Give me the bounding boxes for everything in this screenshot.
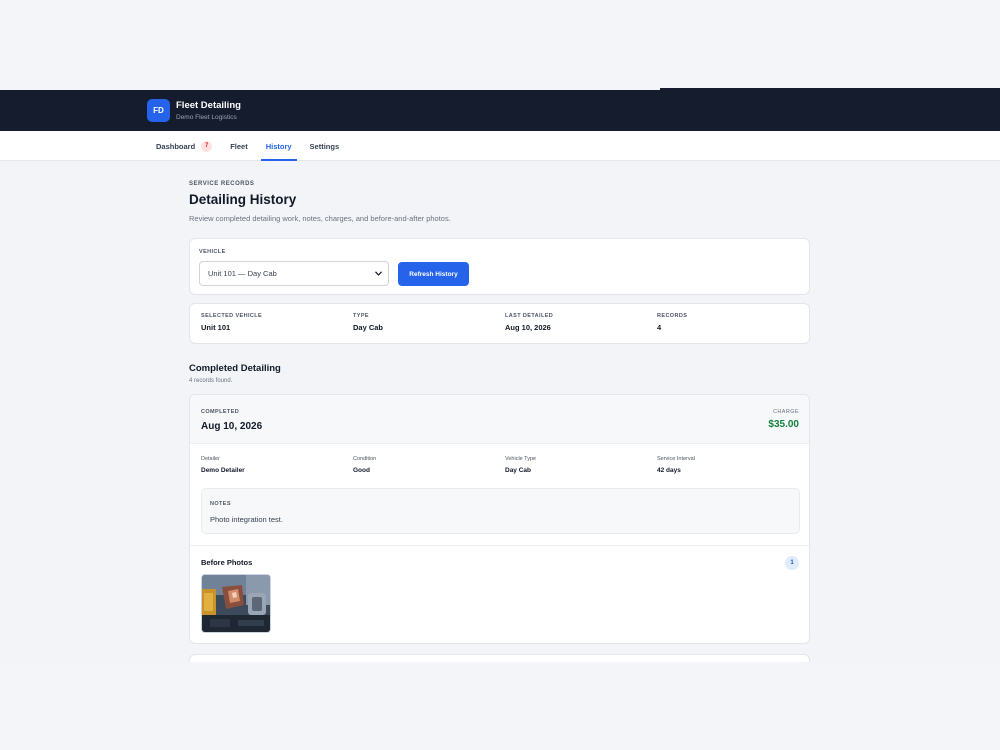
vehicle-select-value: Unit 101 — Day Cab <box>208 269 277 278</box>
dashboard-count-badge: 7 <box>201 140 213 152</box>
before-photos-title: Before Photos <box>201 558 253 567</box>
charge-label: CHARGE <box>773 409 799 415</box>
tab-label: Fleet <box>230 141 248 151</box>
summary-last-detailed: LAST DETAILED Aug 10, 2026 <box>505 313 553 332</box>
tab-settings[interactable]: Settings <box>301 131 349 161</box>
vehicle-summary-card: SELECTED VEHICLE Unit 101 TYPE Day Cab L… <box>189 303 810 344</box>
org-name: Demo Fleet Logistics <box>176 114 237 121</box>
main-nav: Dashboard 7 Fleet History Settings <box>0 131 1000 161</box>
app-window: FD Fleet Detailing Demo Fleet Logistics … <box>0 90 1000 662</box>
summary-value: Day Cab <box>353 323 384 332</box>
tab-fleet[interactable]: Fleet <box>221 131 257 161</box>
completed-date: Aug 10, 2026 <box>201 421 263 432</box>
summary-label: LAST DETAILED <box>505 313 554 319</box>
divider <box>190 545 809 546</box>
records-section-title: Completed Detailing <box>189 363 281 374</box>
summary-value: Aug 10, 2026 <box>505 323 551 332</box>
tab-history[interactable]: History <box>257 131 301 161</box>
detail-detailer: Detailer Demo Detailer <box>201 456 245 474</box>
notes-text: Photo integration test. <box>210 515 283 524</box>
detail-label: Detailer <box>201 456 220 462</box>
tab-dashboard[interactable]: Dashboard 7 <box>147 131 221 161</box>
photo-image <box>202 575 270 632</box>
detail-label: Service Interval <box>657 456 695 462</box>
summary-value: Unit 101 <box>201 323 231 332</box>
summary-type: TYPE Day Cab <box>353 313 383 332</box>
detail-value: 42 days <box>657 467 681 474</box>
summary-label: SELECTED VEHICLE <box>201 313 263 319</box>
records-count: 4 records found. <box>189 378 233 384</box>
notes-label: NOTES <box>210 501 231 507</box>
notes-box: NOTES Photo integration test. <box>201 488 800 534</box>
completed-label: COMPLETED <box>201 409 240 415</box>
vehicle-field-label: VEHICLE <box>199 249 226 255</box>
topbar: FD Fleet Detailing Demo Fleet Logistics <box>0 90 1000 131</box>
detail-label: Vehicle Type <box>505 456 537 462</box>
detail-service-interval: Service Interval 42 days <box>657 456 695 474</box>
app-logo: FD <box>147 99 170 122</box>
before-photo-thumbnail[interactable] <box>201 574 271 633</box>
chevron-down-icon <box>375 271 382 278</box>
summary-records: RECORDS 4 <box>657 313 687 332</box>
brand[interactable]: FD Fleet Detailing Demo Fleet Logistics <box>147 99 241 122</box>
tab-label: History <box>265 141 292 151</box>
main-content: SERVICE RECORDS Detailing History Review… <box>189 181 810 662</box>
detailing-record-card: COMPLETED Aug 10, 2026 CHARGE $35.00 Det… <box>189 394 810 644</box>
summary-selected-vehicle: SELECTED VEHICLE Unit 101 <box>201 313 262 332</box>
summary-value: 4 <box>657 323 662 332</box>
tab-label: Settings <box>309 141 340 151</box>
detail-value: Day Cab <box>505 467 532 474</box>
vehicle-filter-card: VEHICLE Unit 101 — Day Cab Refresh Histo… <box>189 238 810 295</box>
next-record-card <box>189 654 810 662</box>
summary-label: RECORDS <box>657 313 688 319</box>
page-title: Detailing History <box>189 192 297 207</box>
before-photos-count-badge: 1 <box>785 556 799 570</box>
detail-label: Condition <box>353 456 377 462</box>
charge-amount: $35.00 <box>768 419 799 430</box>
detail-value: Good <box>353 467 370 474</box>
detail-vehicle-type: Vehicle Type Day Cab <box>505 456 536 474</box>
app-title: Fleet Detailing <box>176 100 241 111</box>
tab-label: Dashboard <box>156 141 196 151</box>
page-eyebrow: SERVICE RECORDS <box>189 181 255 187</box>
vehicle-select[interactable]: Unit 101 — Day Cab <box>199 261 389 286</box>
detail-condition: Condition Good <box>353 456 376 474</box>
summary-label: TYPE <box>353 313 369 319</box>
refresh-history-button[interactable]: Refresh History <box>398 262 469 286</box>
record-header: COMPLETED Aug 10, 2026 CHARGE $35.00 <box>190 395 809 444</box>
detail-value: Demo Detailer <box>201 467 245 474</box>
page-description: Review completed detailing work, notes, … <box>189 214 451 223</box>
